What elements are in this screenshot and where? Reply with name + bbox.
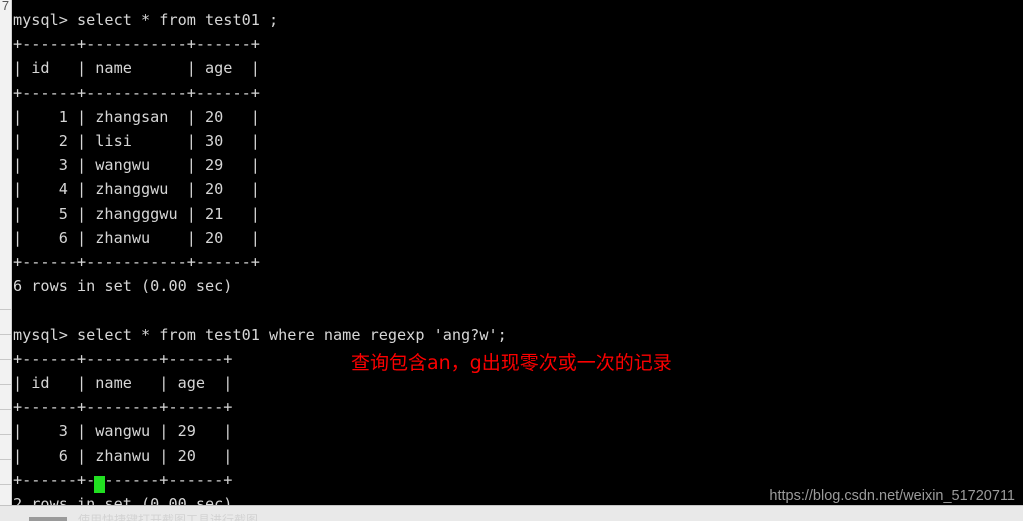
gutter-divider: [0, 359, 11, 360]
csdn-watermark: https://blog.csdn.net/weixin_51720711: [769, 488, 1015, 504]
gutter-divider: [0, 409, 11, 410]
gutter-line-number: 7: [1, 0, 10, 13]
gutter-divider: [0, 384, 11, 385]
editor-gutter: 7: [0, 0, 12, 521]
terminal-window[interactable]: mysql> select * from test01 ; +------+--…: [11, 0, 1023, 513]
bottom-bar-text: 使用快捷键打开截图工具进行截图: [78, 514, 259, 521]
gutter-divider: [0, 334, 11, 335]
gutter-divider: [0, 459, 11, 460]
taskbar-chip: [29, 517, 67, 521]
terminal-output: mysql> select * from test01 ; +------+--…: [13, 11, 507, 513]
gutter-divider: [0, 309, 11, 310]
screenshot-root: mysql> select * from test01 ; +------+--…: [0, 0, 1023, 521]
gutter-divider: [0, 434, 11, 435]
gutter-divider: [0, 484, 11, 485]
red-annotation-text: 查询包含an，g出现零次或一次的记录: [351, 352, 672, 374]
terminal-cursor: [94, 476, 105, 493]
bottom-status-bar[interactable]: 使用快捷键打开截图工具进行截图: [0, 505, 1023, 521]
